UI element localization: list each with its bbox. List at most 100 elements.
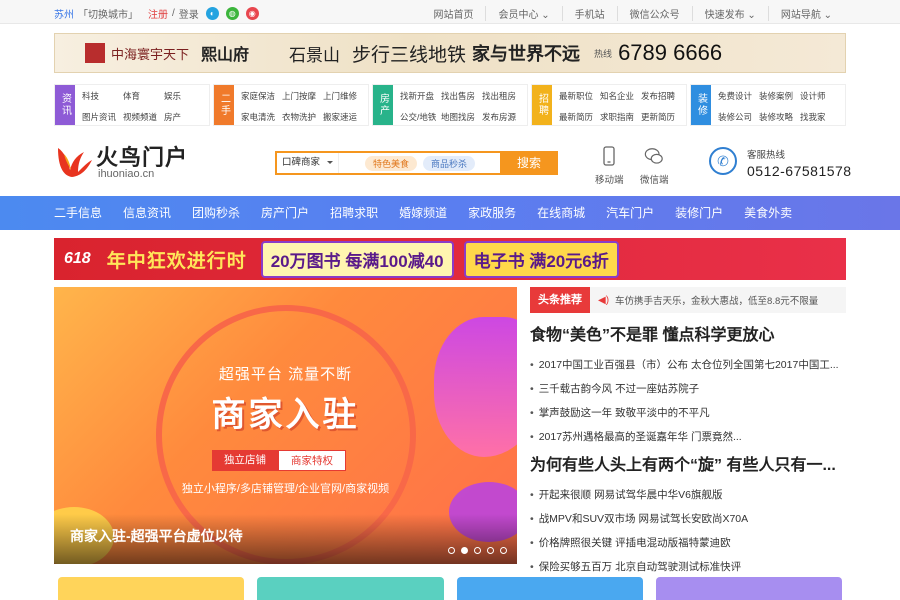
category-link[interactable]: 搬家速运 xyxy=(323,111,364,125)
nav-item[interactable]: 团购秒杀 xyxy=(192,196,240,230)
category-link[interactable]: 知名企业 xyxy=(600,90,641,104)
search-button[interactable]: 搜索 xyxy=(500,151,558,175)
top-bar-left: 苏州 「切换城市」 注册 / 登录 ◐ ◍ ◉ xyxy=(54,6,259,21)
news-item[interactable]: 战MPV和SUV双市场 网易试驾长安欧尚X70A xyxy=(530,507,846,531)
link-quick-publish[interactable]: 快速发布 ⌄ xyxy=(691,6,768,21)
carousel-dot[interactable] xyxy=(500,547,507,554)
category-link[interactable]: 发布招聘 xyxy=(641,90,682,104)
category-link[interactable]: 家电清洗 xyxy=(241,111,282,125)
carousel-dot-active[interactable] xyxy=(461,547,468,554)
category-link[interactable]: 最新简历 xyxy=(559,111,600,125)
news-item[interactable]: 价格牌照很关键 评插电混动版福特蒙迪欧 xyxy=(530,531,846,555)
feature-card[interactable] xyxy=(58,577,245,600)
category-link[interactable]: 公交/地铁 xyxy=(400,111,441,125)
category-link[interactable]: 娱乐 xyxy=(164,90,205,104)
nav-item[interactable]: 招聘求职 xyxy=(330,196,378,230)
news-item[interactable]: 2017中国工业百强县（市）公布 太仓位列全国第七2017中国工... xyxy=(530,353,846,377)
carousel-dot[interactable] xyxy=(474,547,481,554)
nav-item[interactable]: 家政服务 xyxy=(468,196,516,230)
nav-item[interactable]: 在线商城 xyxy=(537,196,585,230)
category-link[interactable]: 找新开盘 xyxy=(400,90,441,104)
weibo-icon[interactable]: ◉ xyxy=(245,7,259,20)
nav-item[interactable]: 房产门户 xyxy=(261,196,309,230)
carousel-caption[interactable]: 商家入驻-超强平台虚位以待 xyxy=(70,526,243,546)
link-mobile-site[interactable]: 手机站 xyxy=(561,6,617,21)
feature-card[interactable] xyxy=(257,577,444,600)
carousel-subtitle: 超强平台 流量不断 xyxy=(218,366,353,383)
news-item[interactable]: 保险买够五百万 北京自动驾驶测试标准快评 xyxy=(530,555,846,579)
main-nav: 二手信息 信息资讯 团购秒杀 房产门户 招聘求职 婚嫁频道 家政服务 在线商城 … xyxy=(0,196,900,230)
hotline-number: 0512-67581578 xyxy=(747,163,852,179)
news-headline[interactable]: 食物“美色”不是罪 懂点科学更放心 xyxy=(530,321,846,345)
category-link[interactable]: 科技 xyxy=(82,90,123,104)
category-link[interactable]: 地图找房 xyxy=(441,111,482,125)
search-hot-tag[interactable]: 特色美食 xyxy=(365,155,418,171)
category-tag[interactable]: 房产 xyxy=(373,85,393,125)
ad-slogan-a: 步行三线地铁 xyxy=(352,43,467,66)
news-item[interactable]: 开起来很顺 网易试驾华晨中华V6旗舰版 xyxy=(530,483,846,507)
news-headline[interactable]: 为何有些人头上有两个“旋” 有些人只有一... xyxy=(530,451,846,475)
category-secondhand: 二手 家庭保洁 上门按摩 上门维修 家电清洗 衣物洗护 搬家速运 xyxy=(213,84,369,126)
carousel-dots xyxy=(448,547,507,554)
link-wechat-account[interactable]: 微信公众号 xyxy=(616,6,692,21)
news-item[interactable]: 掌声鼓励这一年 致敬平淡中的不平凡 xyxy=(530,401,846,425)
login-link[interactable]: 登录 xyxy=(179,6,199,21)
news-ticker[interactable]: 车仿携手吉天乐，金秋大惠战，低至8.8元不限量 xyxy=(615,293,818,307)
promo-banner-618[interactable]: 618 年中狂欢进行时 20万图书 每满100减40 电子书 满20元6折 xyxy=(54,238,846,280)
category-link[interactable]: 装修公司 xyxy=(718,111,759,125)
search-bar: 口碑商家 特色美食 商品秒杀 搜索 xyxy=(275,151,558,175)
separator: / xyxy=(172,8,175,19)
link-home[interactable]: 网站首页 xyxy=(421,6,485,21)
news-item[interactable]: 三千载古韵今风 不过一座姑苏院子 xyxy=(530,377,846,401)
real-estate-ad-banner[interactable]: 中海寰宇天下 熙山府 石景山 步行三线地铁 家与世界不远 热线 6789 666… xyxy=(54,33,846,73)
category-link[interactable]: 衣物洗护 xyxy=(282,111,323,125)
category-decoration: 装修 免费设计 装修案例 设计师 装修公司 装修攻略 找我家 xyxy=(690,84,846,126)
category-link[interactable]: 免费设计 xyxy=(718,90,759,104)
category-link[interactable]: 上门按摩 xyxy=(282,90,323,104)
category-link[interactable]: 房产 xyxy=(164,111,205,125)
link-member-center[interactable]: 会员中心 ⌄ xyxy=(485,6,561,21)
wechat-entry[interactable]: 微信端 xyxy=(640,146,669,186)
category-link[interactable]: 更新简历 xyxy=(641,111,682,125)
news-header: 头条推荐 ◀) 车仿携手吉天乐，金秋大惠战，低至8.8元不限量 xyxy=(530,287,846,313)
nav-item[interactable]: 婚嫁频道 xyxy=(399,196,447,230)
carousel-dot[interactable] xyxy=(487,547,494,554)
category-link[interactable]: 视频频道 xyxy=(123,111,164,125)
mobile-entry[interactable]: 移动端 xyxy=(595,146,624,186)
category-link[interactable]: 图片资讯 xyxy=(82,111,123,125)
link-site-nav[interactable]: 网站导航 ⌄ xyxy=(767,6,844,21)
category-tag[interactable]: 二手 xyxy=(214,85,234,125)
category-link[interactable]: 装修攻略 xyxy=(759,111,800,125)
category-link[interactable]: 家庭保洁 xyxy=(241,90,282,104)
category-link[interactable]: 装修案例 xyxy=(759,90,800,104)
category-link[interactable]: 体育 xyxy=(123,90,164,104)
hero-carousel[interactable]: 超强平台 流量不断 商家入驻 独立店铺 商家特权 独立小程序/多店铺管理/企业官… xyxy=(54,287,517,564)
feature-card[interactable] xyxy=(655,577,842,600)
category-link[interactable]: 最新职位 xyxy=(559,90,600,104)
register-link[interactable]: 注册 xyxy=(148,6,168,21)
news-item[interactable]: 2017苏州遇格最高的圣诞嘉年华 门票竟然... xyxy=(530,425,846,449)
search-scope-select[interactable]: 口碑商家 xyxy=(277,153,339,173)
nav-item[interactable]: 二手信息 xyxy=(54,196,102,230)
nav-item[interactable]: 装修门户 xyxy=(675,196,723,230)
carousel-dot[interactable] xyxy=(448,547,455,554)
category-link[interactable]: 发布房源 xyxy=(482,111,523,125)
nav-item[interactable]: 美食外卖 xyxy=(744,196,792,230)
category-tag[interactable]: 资讯 xyxy=(55,85,75,125)
category-link[interactable]: 求职指南 xyxy=(600,111,641,125)
category-tag[interactable]: 装修 xyxy=(691,85,711,125)
switch-city-link[interactable]: 「切换城市」 xyxy=(78,6,138,21)
search-hot-tag[interactable]: 商品秒杀 xyxy=(423,155,476,171)
site-logo[interactable]: 火鸟门户 ihuoniao.cn xyxy=(54,140,188,180)
category-tag[interactable]: 招聘 xyxy=(532,85,552,125)
category-link[interactable]: 设计师 xyxy=(800,90,841,104)
category-link[interactable]: 找我家 xyxy=(800,111,841,125)
category-link[interactable]: 上门维修 xyxy=(323,90,364,104)
qq-icon[interactable]: ◐ xyxy=(205,7,219,20)
nav-item[interactable]: 信息资讯 xyxy=(123,196,171,230)
nav-item[interactable]: 汽车门户 xyxy=(606,196,654,230)
category-link[interactable]: 找出售房 xyxy=(441,90,482,104)
feature-card[interactable] xyxy=(456,577,643,600)
category-link[interactable]: 找出租房 xyxy=(482,90,523,104)
wechat-icon[interactable]: ◍ xyxy=(225,7,239,20)
